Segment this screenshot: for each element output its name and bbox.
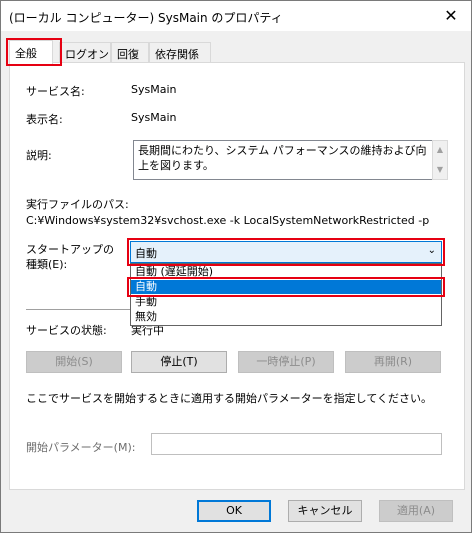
general-panel: サービス名: SysMain 表示名: SysMain 説明: 長期間にわたり、… bbox=[9, 62, 465, 490]
scroll-up-icon[interactable]: ▲ bbox=[433, 143, 447, 157]
path-label: 実行ファイルのパス: bbox=[26, 198, 129, 211]
dropdown-option-auto-delayed[interactable]: 自動 (遅延開始) bbox=[131, 265, 441, 279]
startup-type-combobox[interactable]: 自動 ⌄ bbox=[130, 241, 442, 263]
description-label: 説明: bbox=[26, 149, 52, 162]
pause-button[interactable]: 一時停止(P) bbox=[238, 351, 334, 373]
startup-type-dropdown: 自動 (遅延開始) 自動 手動 無効 bbox=[130, 263, 442, 326]
dropdown-option-manual[interactable]: 手動 bbox=[131, 295, 441, 309]
chevron-down-icon[interactable]: ⌄ bbox=[428, 245, 436, 256]
display-name-label: 表示名: bbox=[26, 113, 63, 126]
tab-dependencies[interactable]: 依存関係 bbox=[149, 42, 211, 62]
tab-logon[interactable]: ログオン bbox=[59, 42, 111, 62]
scroll-down-icon[interactable]: ▼ bbox=[433, 163, 447, 177]
divider-line bbox=[26, 309, 130, 310]
service-name-value: SysMain bbox=[131, 83, 177, 96]
tab-general[interactable]: 全般 bbox=[9, 40, 53, 64]
service-name-label: サービス名: bbox=[26, 85, 85, 98]
description-scrollbar[interactable]: ▲ ▼ bbox=[432, 140, 448, 180]
path-value: C:¥Windows¥system32¥svchost.exe -k Local… bbox=[26, 214, 430, 227]
tab-strip: 全般 ログオン 回復 依存関係 bbox=[9, 40, 465, 64]
ok-button[interactable]: OK bbox=[197, 500, 271, 522]
status-label: サービスの状態: bbox=[26, 324, 107, 337]
window-title: (ローカル コンピューター) SysMain のプロパティ bbox=[9, 11, 283, 25]
title-bar: (ローカル コンピューター) SysMain のプロパティ ✕ bbox=[1, 1, 471, 31]
cancel-button[interactable]: キャンセル bbox=[288, 500, 362, 522]
start-parameter-hint: ここでサービスを開始するときに適用する開始パラメーターを指定してください。 bbox=[26, 392, 433, 405]
startup-type-label-line1: スタートアップの bbox=[26, 243, 114, 256]
startup-type-selected: 自動 bbox=[135, 247, 157, 260]
description-field[interactable]: 長期間にわたり、システム パフォーマンスの維持および向上を図ります。 bbox=[133, 140, 433, 180]
properties-dialog: (ローカル コンピューター) SysMain のプロパティ ✕ 全般 ログオン … bbox=[0, 0, 472, 533]
apply-button[interactable]: 適用(A) bbox=[379, 500, 453, 522]
start-parameters-input[interactable] bbox=[151, 433, 442, 455]
dropdown-option-auto[interactable]: 自動 bbox=[131, 280, 441, 294]
close-icon[interactable]: ✕ bbox=[439, 5, 463, 27]
display-name-value: SysMain bbox=[131, 111, 177, 124]
startup-type-label-line2: 種類(E): bbox=[26, 258, 68, 271]
start-parameters-label: 開始パラメーター(M): bbox=[26, 441, 136, 454]
resume-button[interactable]: 再開(R) bbox=[345, 351, 441, 373]
tab-recovery[interactable]: 回復 bbox=[111, 42, 149, 62]
dropdown-option-disabled[interactable]: 無効 bbox=[131, 310, 441, 324]
start-button[interactable]: 開始(S) bbox=[26, 351, 122, 373]
stop-button[interactable]: 停止(T) bbox=[131, 351, 227, 373]
